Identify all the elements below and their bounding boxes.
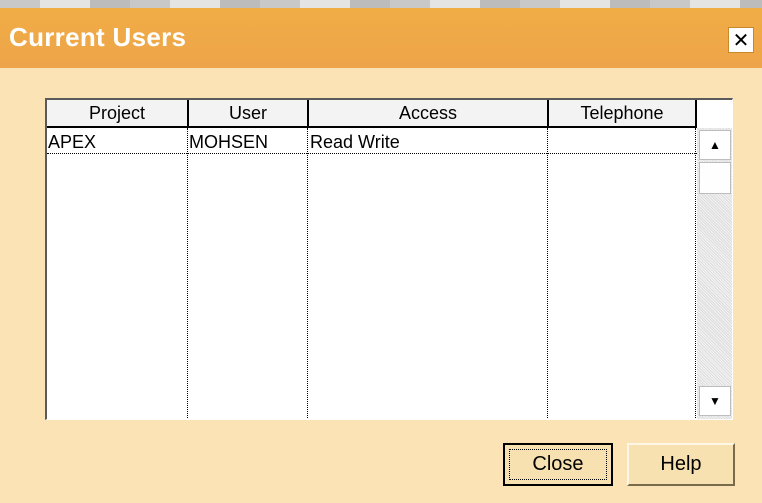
header-corner	[697, 100, 732, 128]
column-header-access[interactable]: Access	[309, 100, 549, 128]
cell-project[interactable]: APEX	[48, 131, 186, 153]
users-grid: Project User Access Telephone APEX MOHSE…	[45, 98, 733, 420]
title-bar[interactable]: Current Users ✕	[0, 8, 762, 68]
column-divider	[695, 128, 696, 419]
vertical-scrollbar[interactable]: ▲ ▼	[697, 128, 732, 419]
background-strip	[0, 0, 762, 8]
cell-telephone[interactable]	[550, 131, 694, 153]
cell-user[interactable]: MOHSEN	[189, 131, 305, 153]
column-divider	[547, 128, 548, 419]
current-users-dialog: Current Users ✕ Project User Access Tele…	[0, 8, 762, 503]
grid-body: Project User Access Telephone APEX MOHSE…	[47, 100, 697, 419]
close-button-label: Close	[509, 449, 607, 480]
column-header-telephone[interactable]: Telephone	[549, 100, 697, 128]
scroll-thumb[interactable]	[699, 162, 731, 194]
arrow-down-icon[interactable]: ▼	[699, 386, 731, 416]
column-header-user[interactable]: User	[189, 100, 309, 128]
arrow-up-icon[interactable]: ▲	[699, 130, 731, 160]
column-header-project[interactable]: Project	[47, 100, 189, 128]
help-button[interactable]: Help	[627, 443, 735, 486]
close-button[interactable]: Close	[503, 443, 613, 486]
column-divider	[307, 128, 308, 419]
close-icon[interactable]: ✕	[728, 27, 754, 53]
dialog-title: Current Users	[9, 22, 187, 52]
column-divider	[187, 128, 188, 419]
row-divider	[47, 153, 697, 154]
cell-access[interactable]: Read Write	[310, 131, 544, 153]
